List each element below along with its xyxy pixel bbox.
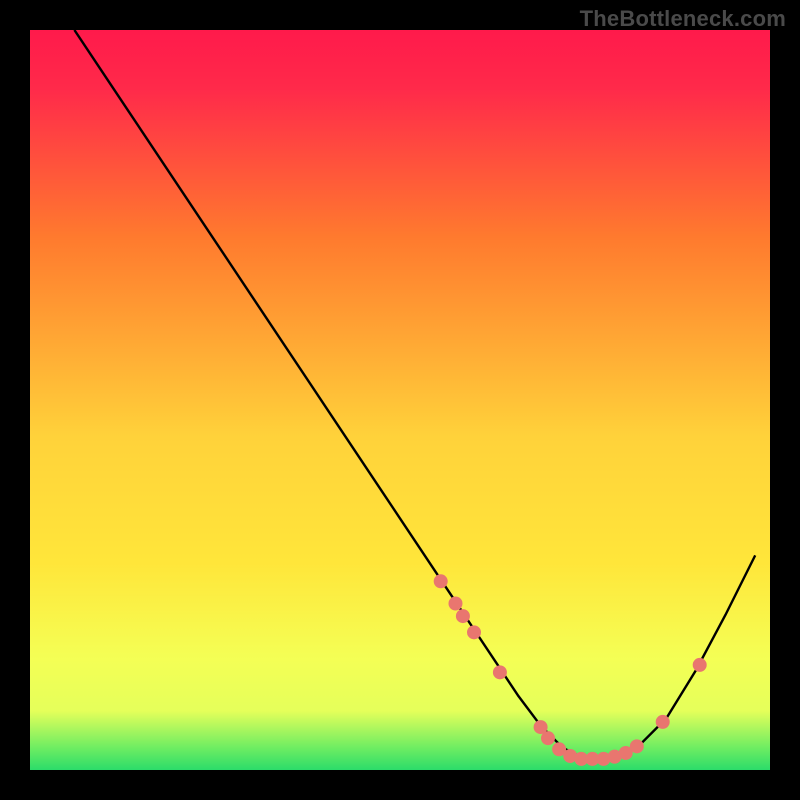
marker-point (630, 739, 644, 753)
marker-point (656, 715, 670, 729)
watermark-text: TheBottleneck.com (580, 6, 786, 32)
marker-point (467, 625, 481, 639)
marker-point (434, 574, 448, 588)
marker-point (449, 597, 463, 611)
bottleneck-chart (30, 30, 770, 770)
marker-point (541, 731, 555, 745)
gradient-background (30, 30, 770, 770)
marker-point (693, 658, 707, 672)
chart-frame: TheBottleneck.com (0, 0, 800, 800)
plot-area (30, 30, 770, 770)
marker-point (493, 665, 507, 679)
marker-point (456, 609, 470, 623)
